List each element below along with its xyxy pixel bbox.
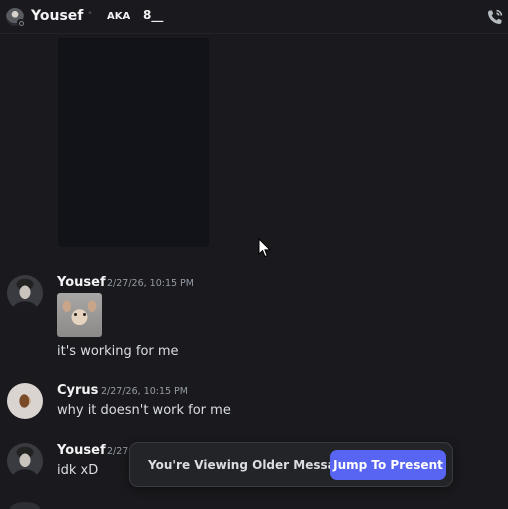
message-username[interactable]: Yousef: [57, 443, 106, 458]
aka-label: AKA: [107, 11, 131, 22]
older-messages-label: You're Viewing Older Messages: [148, 458, 360, 472]
header-title[interactable]: Yousef: [31, 8, 83, 24]
aka-value[interactable]: 8__: [143, 8, 163, 22]
mouse-cursor-icon: [258, 238, 272, 258]
message-username[interactable]: Yousef: [57, 275, 106, 290]
user-avatar[interactable]: [7, 383, 43, 419]
message-timestamp: 2/27/26, 10:15 PM: [107, 278, 194, 289]
user-avatar[interactable]: [10, 502, 40, 509]
message-timestamp: 2/27/26, 10:15 PM: [101, 386, 188, 397]
message-text: why it doesn't work for me: [57, 403, 231, 418]
dm-chat-window: Yousef • AKA 8__ Yousef 2/27/26, 10:15 P…: [0, 0, 508, 509]
message-text: it's working for me: [57, 344, 179, 359]
jump-to-present-button[interactable]: Jump To Present: [330, 450, 446, 480]
image-detail: [83, 313, 86, 316]
header-separator: •: [87, 8, 93, 19]
user-avatar[interactable]: [7, 275, 43, 311]
message-username[interactable]: Cyrus: [57, 383, 98, 398]
message-text: idk xD: [57, 463, 99, 478]
status-indicator: [17, 19, 24, 26]
image-attachment[interactable]: [57, 293, 102, 337]
phone-call-icon[interactable]: [485, 7, 505, 27]
media-embed[interactable]: [58, 38, 209, 247]
image-detail: [74, 313, 77, 316]
user-avatar[interactable]: [7, 443, 43, 479]
channel-header: Yousef • AKA 8__: [0, 0, 508, 34]
older-messages-bar: You're Viewing Older Messages Jump To Pr…: [129, 442, 453, 487]
message-timestamp: 2/27: [107, 446, 129, 457]
